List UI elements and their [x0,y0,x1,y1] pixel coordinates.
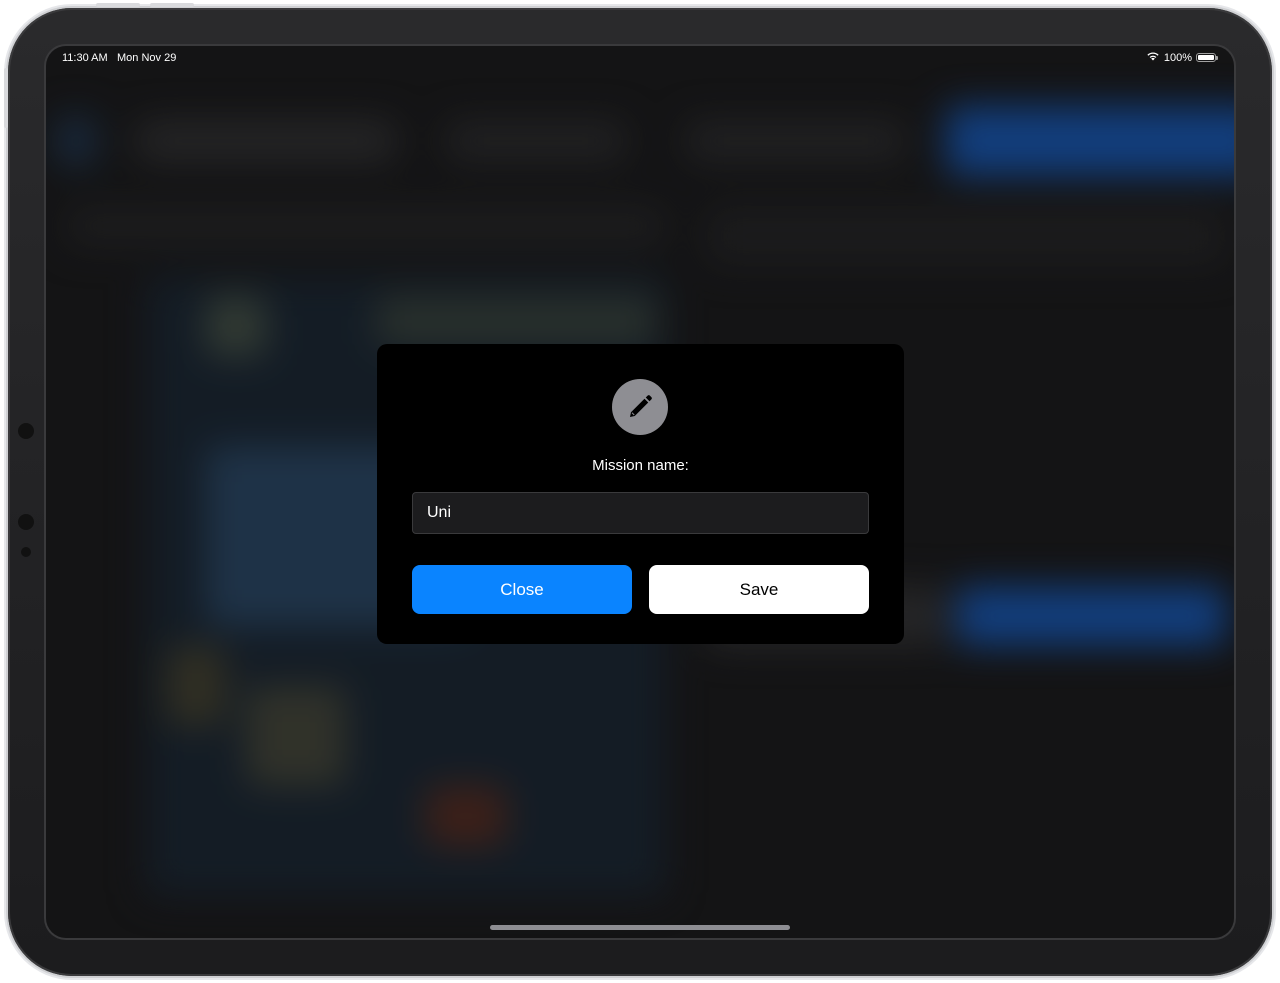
save-button[interactable]: Save [649,565,869,614]
mission-name-input[interactable] [412,492,869,534]
mission-name-dialog: Mission name: Close Save [377,344,904,644]
home-indicator[interactable] [490,925,790,930]
battery-icon [1196,53,1218,62]
battery-percent: 100% [1163,51,1192,64]
sensor-dot-small [21,547,31,557]
mission-name-label: Mission name: [592,457,689,474]
volume-down-button [150,3,194,7]
sensor-dot [18,514,34,530]
status-right-group: 100% [1146,51,1218,64]
screen: 11:30 AM Mon Nov 29 100% Mission name: U… [46,46,1234,938]
pencil-icon [612,379,668,435]
top-button [4,68,8,128]
status-bar: 11:30 AM Mon Nov 29 100% [46,46,1234,72]
battery-fill [1198,55,1214,60]
status-time: 11:30 AM [62,52,108,64]
volume-up-button [96,3,140,7]
camera-dot [18,423,34,439]
status-date: Mon Nov 29 [117,52,177,64]
wifi-icon [1146,51,1160,64]
close-button[interactable]: Close [412,565,632,614]
